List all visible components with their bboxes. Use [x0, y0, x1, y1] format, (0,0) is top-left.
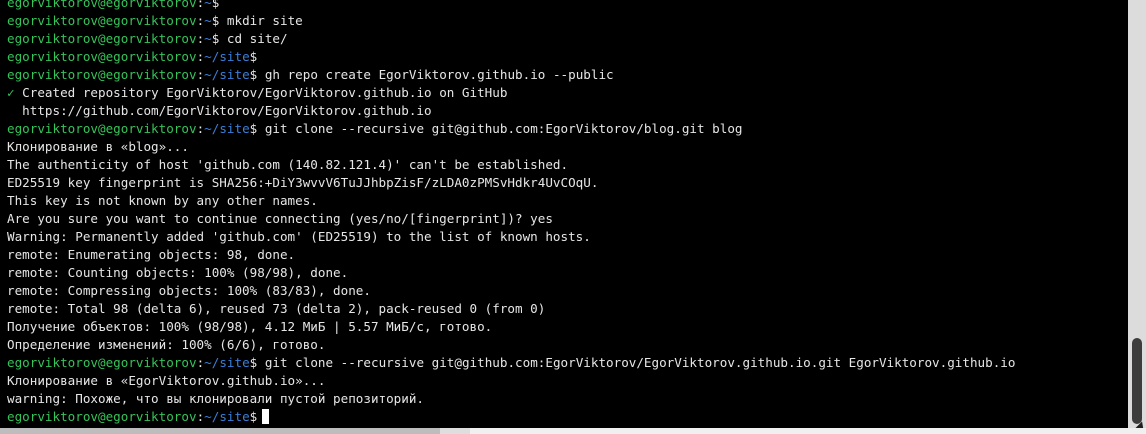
output-line: remote: Compressing objects: 100% (83/83… — [7, 283, 371, 298]
output-line: Определение изменений: 100% (6/6), готов… — [7, 337, 326, 352]
output-line: remote: Counting objects: 100% (98/98), … — [7, 265, 349, 280]
output-line: Warning: Permanently added 'github.com' … — [7, 229, 591, 244]
output-line: ED25519 key fingerprint is SHA256:+DiY3w… — [7, 175, 599, 190]
terminal-window[interactable]: egorviktorov@egorviktorov:~$ egorviktorov… — [0, 0, 1128, 428]
desktop-strip — [0, 428, 1146, 434]
prompt-line: egorviktorov@egorviktorov:~$ mkdir site — [7, 12, 1015, 30]
scrollbar[interactable] — [1128, 0, 1146, 428]
output-line: Клонирование в «blog»... — [7, 139, 189, 154]
output-line: https://github.com/EgorViktorov/EgorVikt… — [7, 103, 432, 118]
prompt-path: ~/site — [204, 67, 250, 82]
prompt-path: ~ — [204, 31, 212, 46]
command-text: cd site/ — [219, 31, 288, 46]
prompt-path: ~/site — [204, 409, 250, 424]
prompt-line: egorviktorov@egorviktorov:~$ cd site/ — [7, 30, 1015, 48]
prompt-user: egorviktorov@egorviktorov — [7, 355, 197, 370]
prompt-user: egorviktorov@egorviktorov — [7, 67, 197, 82]
desktop-strip-segment — [0, 428, 440, 434]
prompt-line: egorviktorov@egorviktorov:~/site$ git cl… — [7, 354, 1015, 372]
command-text: git clone --recursive git@github.com:Ego… — [257, 355, 1016, 370]
checkmark-icon: ✓ — [7, 85, 15, 100]
prompt-symbol: $ — [211, 0, 220, 10]
prompt-line: egorviktorov@egorviktorov:~/site$ gh rep… — [7, 66, 1015, 84]
output-line: Получение объектов: 100% (98/98), 4.12 М… — [7, 319, 493, 334]
prompt-line: egorviktorov@egorviktorov:~/site$ git cl… — [7, 120, 1015, 138]
prompt-symbol: $ — [249, 409, 258, 424]
prompt-user: egorviktorov@egorviktorov — [7, 409, 197, 424]
command-text: git clone --recursive git@github.com:Ego… — [257, 121, 743, 136]
prompt-path: ~ — [204, 0, 212, 10]
scrollbar-thumb[interactable] — [1132, 338, 1142, 424]
output-line: The authenticity of host 'github.com (14… — [7, 157, 569, 172]
prompt-user: egorviktorov@egorviktorov — [7, 13, 197, 28]
terminal-output: egorviktorov@egorviktorov:~$ egorviktorov… — [7, 0, 1015, 426]
prompt-line: egorviktorov@egorviktorov:~$ — [7, 0, 1015, 12]
output-line: warning: Похоже, что вы клонировали пуст… — [7, 391, 425, 406]
prompt-user: egorviktorov@egorviktorov — [7, 0, 197, 10]
output-line: This key is not known by any other names… — [7, 193, 318, 208]
output-line: Клонирование в «EgorViktorov.github.io».… — [7, 373, 326, 388]
text-cursor — [262, 409, 270, 424]
command-text: gh repo create EgorViktorov.github.io --… — [257, 67, 614, 82]
prompt-path: ~ — [204, 13, 212, 28]
prompt-user: egorviktorov@egorviktorov — [7, 121, 197, 136]
command-text: mkdir site — [219, 13, 303, 28]
output-line: remote: Enumerating objects: 98, done. — [7, 247, 296, 262]
prompt-path: ~/site — [204, 121, 250, 136]
prompt-user: egorviktorov@egorviktorov — [7, 49, 197, 64]
success-line: ✓ Created repository EgorViktorov/EgorVi… — [7, 84, 1015, 102]
desktop-strip-segment — [470, 428, 1146, 434]
prompt-user: egorviktorov@egorviktorov — [7, 31, 197, 46]
output-line: Are you sure you want to continue connec… — [7, 211, 553, 226]
prompt-path: ~/site — [204, 49, 250, 64]
output-text: Created repository EgorViktorov/EgorVikt… — [14, 85, 508, 100]
output-line: remote: Total 98 (delta 6), reused 73 (d… — [7, 301, 546, 316]
prompt-line: egorviktorov@egorviktorov:~/site$ — [7, 408, 1015, 426]
prompt-line: egorviktorov@egorviktorov:~/site$ — [7, 48, 1015, 66]
prompt-symbol: $ — [249, 49, 258, 64]
prompt-path: ~/site — [204, 355, 250, 370]
desktop-strip-segment — [440, 428, 470, 434]
